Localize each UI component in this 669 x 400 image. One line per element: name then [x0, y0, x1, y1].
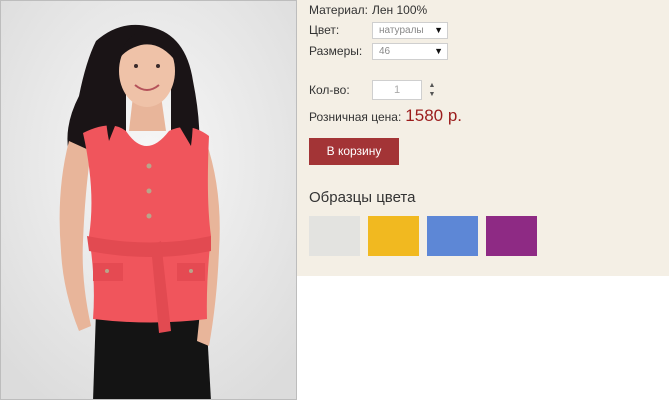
qty-label: Кол-во: [309, 83, 350, 97]
color-select[interactable]: натуралы ▼ [372, 22, 448, 39]
size-select[interactable]: 46 ▼ [372, 43, 448, 60]
price-label: Розничная цена: [309, 110, 402, 124]
price-row: Розничная цена: 1580 р. [309, 106, 462, 126]
material-row: Материал: Лен 100% [309, 3, 427, 17]
up-down-stepper-icon[interactable]: ▲ ▼ [428, 81, 436, 99]
dropdown-arrow-icon: ▼ [434, 25, 443, 35]
material-value: Лен 100% [371, 3, 428, 17]
color-swatch-3[interactable] [427, 216, 478, 256]
color-swatch-4[interactable] [486, 216, 537, 256]
color-select-value: натуралы [379, 25, 424, 36]
model-photo-illustration [1, 1, 296, 399]
qty-row: Кол-во: [309, 83, 350, 97]
material-label: Материал: [309, 3, 368, 17]
color-label: Цвет: [309, 23, 340, 37]
color-row: Цвет: [309, 23, 339, 37]
price-value: 1580 р. [405, 106, 463, 125]
color-swatch-1[interactable] [309, 216, 360, 256]
color-samples-title: Образцы цвета [309, 189, 416, 206]
color-swatch-2[interactable] [368, 216, 419, 256]
size-row: Размеры: [309, 44, 362, 58]
white-content-area [297, 276, 669, 400]
add-to-cart-button[interactable]: В корзину [309, 138, 399, 165]
quantity-input[interactable]: 1 [372, 80, 422, 100]
product-photo [0, 0, 297, 400]
dropdown-arrow-icon: ▼ [434, 46, 443, 56]
size-label: Размеры: [309, 44, 363, 58]
size-select-value: 46 [379, 46, 391, 57]
